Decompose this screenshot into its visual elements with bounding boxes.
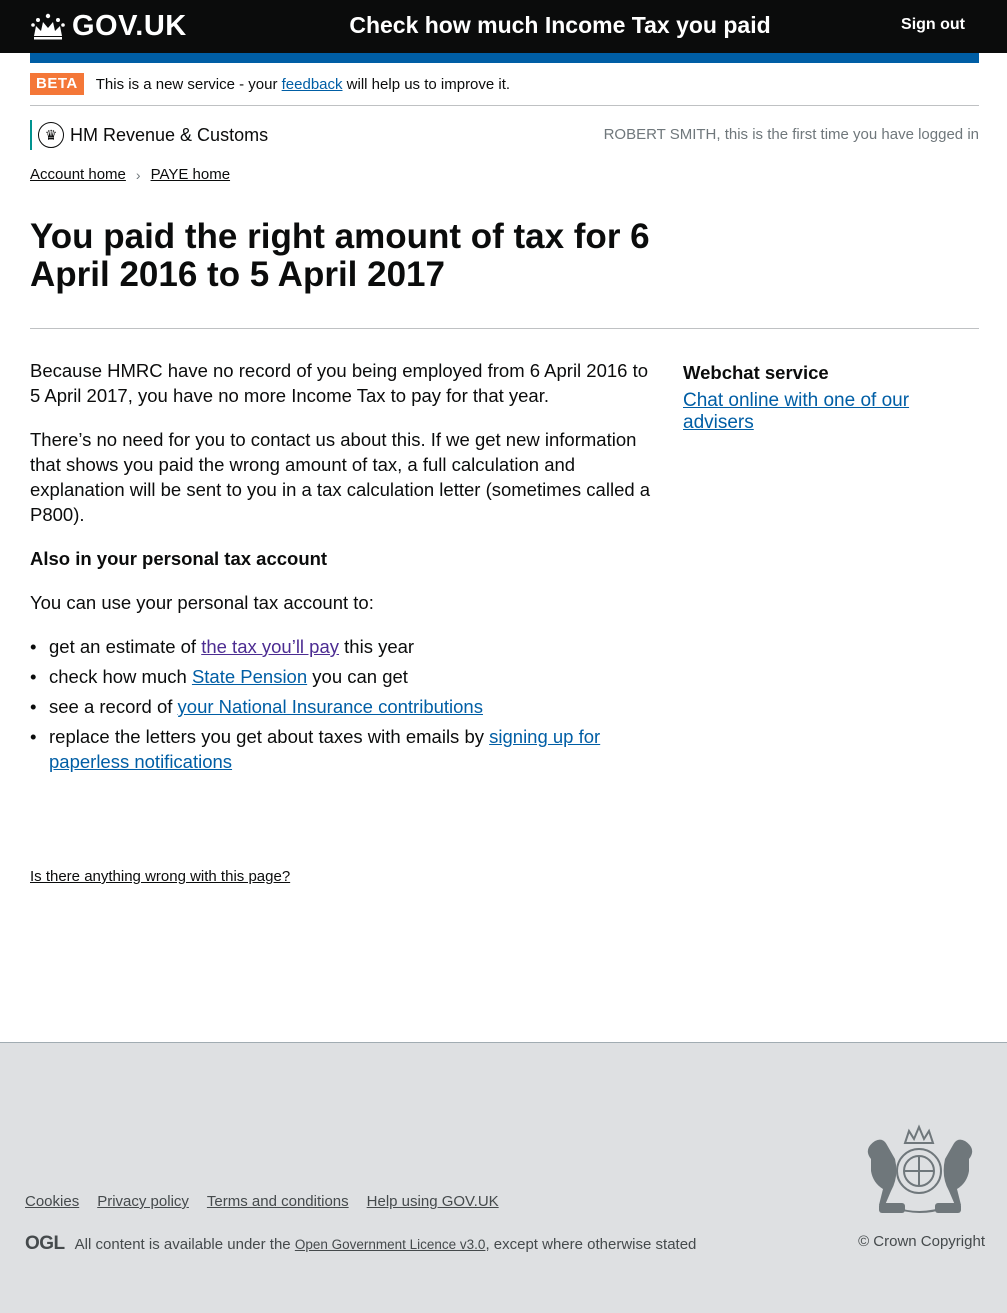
list-text: replace the letters you get about taxes …	[49, 726, 490, 747]
breadcrumb-paye-home[interactable]: PAYE home	[151, 166, 230, 183]
account-options-list: get an estimate of the tax you’ll pay th…	[30, 634, 660, 774]
feedback-link[interactable]: feedback	[282, 76, 343, 93]
login-message: ROBERT SMITH, this is the first time you…	[603, 126, 979, 143]
national-insurance-link[interactable]: your National Insurance contributions	[178, 696, 483, 717]
licence-statement: OGL All content is available under the O…	[25, 1233, 696, 1255]
organisation-logo[interactable]: ♛ HM Revenue & Customs	[30, 120, 268, 150]
licence-text-end: , except where otherwise stated	[485, 1235, 697, 1253]
govuk-logo[interactable]: GOV.UK	[30, 10, 187, 42]
beta-text: This is a new service - your	[95, 76, 282, 93]
webchat-heading: Webchat service	[683, 362, 829, 383]
list-text: you can get	[307, 666, 408, 687]
beta-message: This is a new service - your feedback wi…	[96, 76, 510, 93]
list-item: replace the letters you get about taxes …	[30, 724, 660, 774]
organisation-name: HM Revenue & Customs	[70, 124, 269, 145]
logo-text: GOV.UK	[72, 9, 187, 42]
crown-copyright-link[interactable]: © Crown Copyright	[858, 1233, 985, 1250]
list-text: check how much	[49, 666, 192, 687]
chevron-right-icon: ›	[135, 166, 141, 183]
paragraph-no-contact: There’s no need for you to contact us ab…	[30, 429, 651, 525]
tax-youll-pay-link[interactable]: the tax you’ll pay	[201, 636, 339, 657]
list-text: see a record of	[49, 696, 178, 717]
report-problem-link[interactable]: Is there anything wrong with this page?	[30, 868, 290, 885]
footer-link-terms[interactable]: Terms and conditions	[207, 1193, 349, 1210]
licence-text: All content is available under the	[74, 1235, 291, 1253]
ogl-logo-icon: OGL	[25, 1233, 65, 1254]
breadcrumb-account-home[interactable]: Account home	[30, 166, 126, 183]
footer-link-help[interactable]: Help using GOV.UK	[367, 1193, 499, 1210]
site-header: GOV.UK Check how much Income Tax you pai…	[0, 0, 1007, 53]
footer-link-privacy[interactable]: Privacy policy	[97, 1193, 189, 1210]
service-name[interactable]: Check how much Income Tax you paid	[300, 12, 820, 39]
footer-link-cookies[interactable]: Cookies	[25, 1193, 79, 1210]
paragraph-no-record: Because HMRC have no record of you being…	[30, 360, 649, 406]
webchat-link[interactable]: Chat online with one of our advisers	[683, 390, 983, 434]
also-heading: Also in your personal tax account	[30, 548, 328, 569]
sign-out-link[interactable]: Sign out	[901, 16, 965, 34]
list-item: check how much State Pension you can get	[30, 664, 660, 689]
site-footer: Cookies Privacy policy Terms and conditi…	[0, 1042, 1007, 1313]
page-title: You paid the right amount of tax for 6 A…	[30, 217, 650, 294]
breadcrumb: Account home › PAYE home	[30, 166, 230, 183]
state-pension-link[interactable]: State Pension	[192, 666, 307, 687]
header-blue-bar	[30, 53, 979, 63]
beta-tag: BETA	[30, 73, 84, 95]
list-item: see a record of your National Insurance …	[30, 694, 660, 719]
list-text: get an estimate of	[49, 636, 202, 657]
beta-banner: BETA This is a new service - your feedba…	[30, 73, 979, 106]
licence-link[interactable]: Open Government Licence v3.0	[295, 1237, 486, 1252]
intro-text: You can use your personal tax account to…	[30, 592, 374, 613]
beta-text-end: will help us to improve it.	[342, 76, 511, 93]
royal-coat-of-arms-icon	[867, 1124, 973, 1213]
list-text: this year	[339, 636, 415, 657]
list-item: get an estimate of the tax you’ll pay th…	[30, 634, 660, 659]
sidebar: Webchat service Chat online with one of …	[683, 360, 983, 434]
crown-icon	[31, 13, 65, 40]
main-content: Because HMRC have no record of you being…	[30, 358, 660, 779]
footer-links: Cookies Privacy policy Terms and conditi…	[25, 1193, 499, 1210]
divider	[30, 328, 979, 329]
hmrc-crest-icon: ♛	[38, 122, 64, 148]
